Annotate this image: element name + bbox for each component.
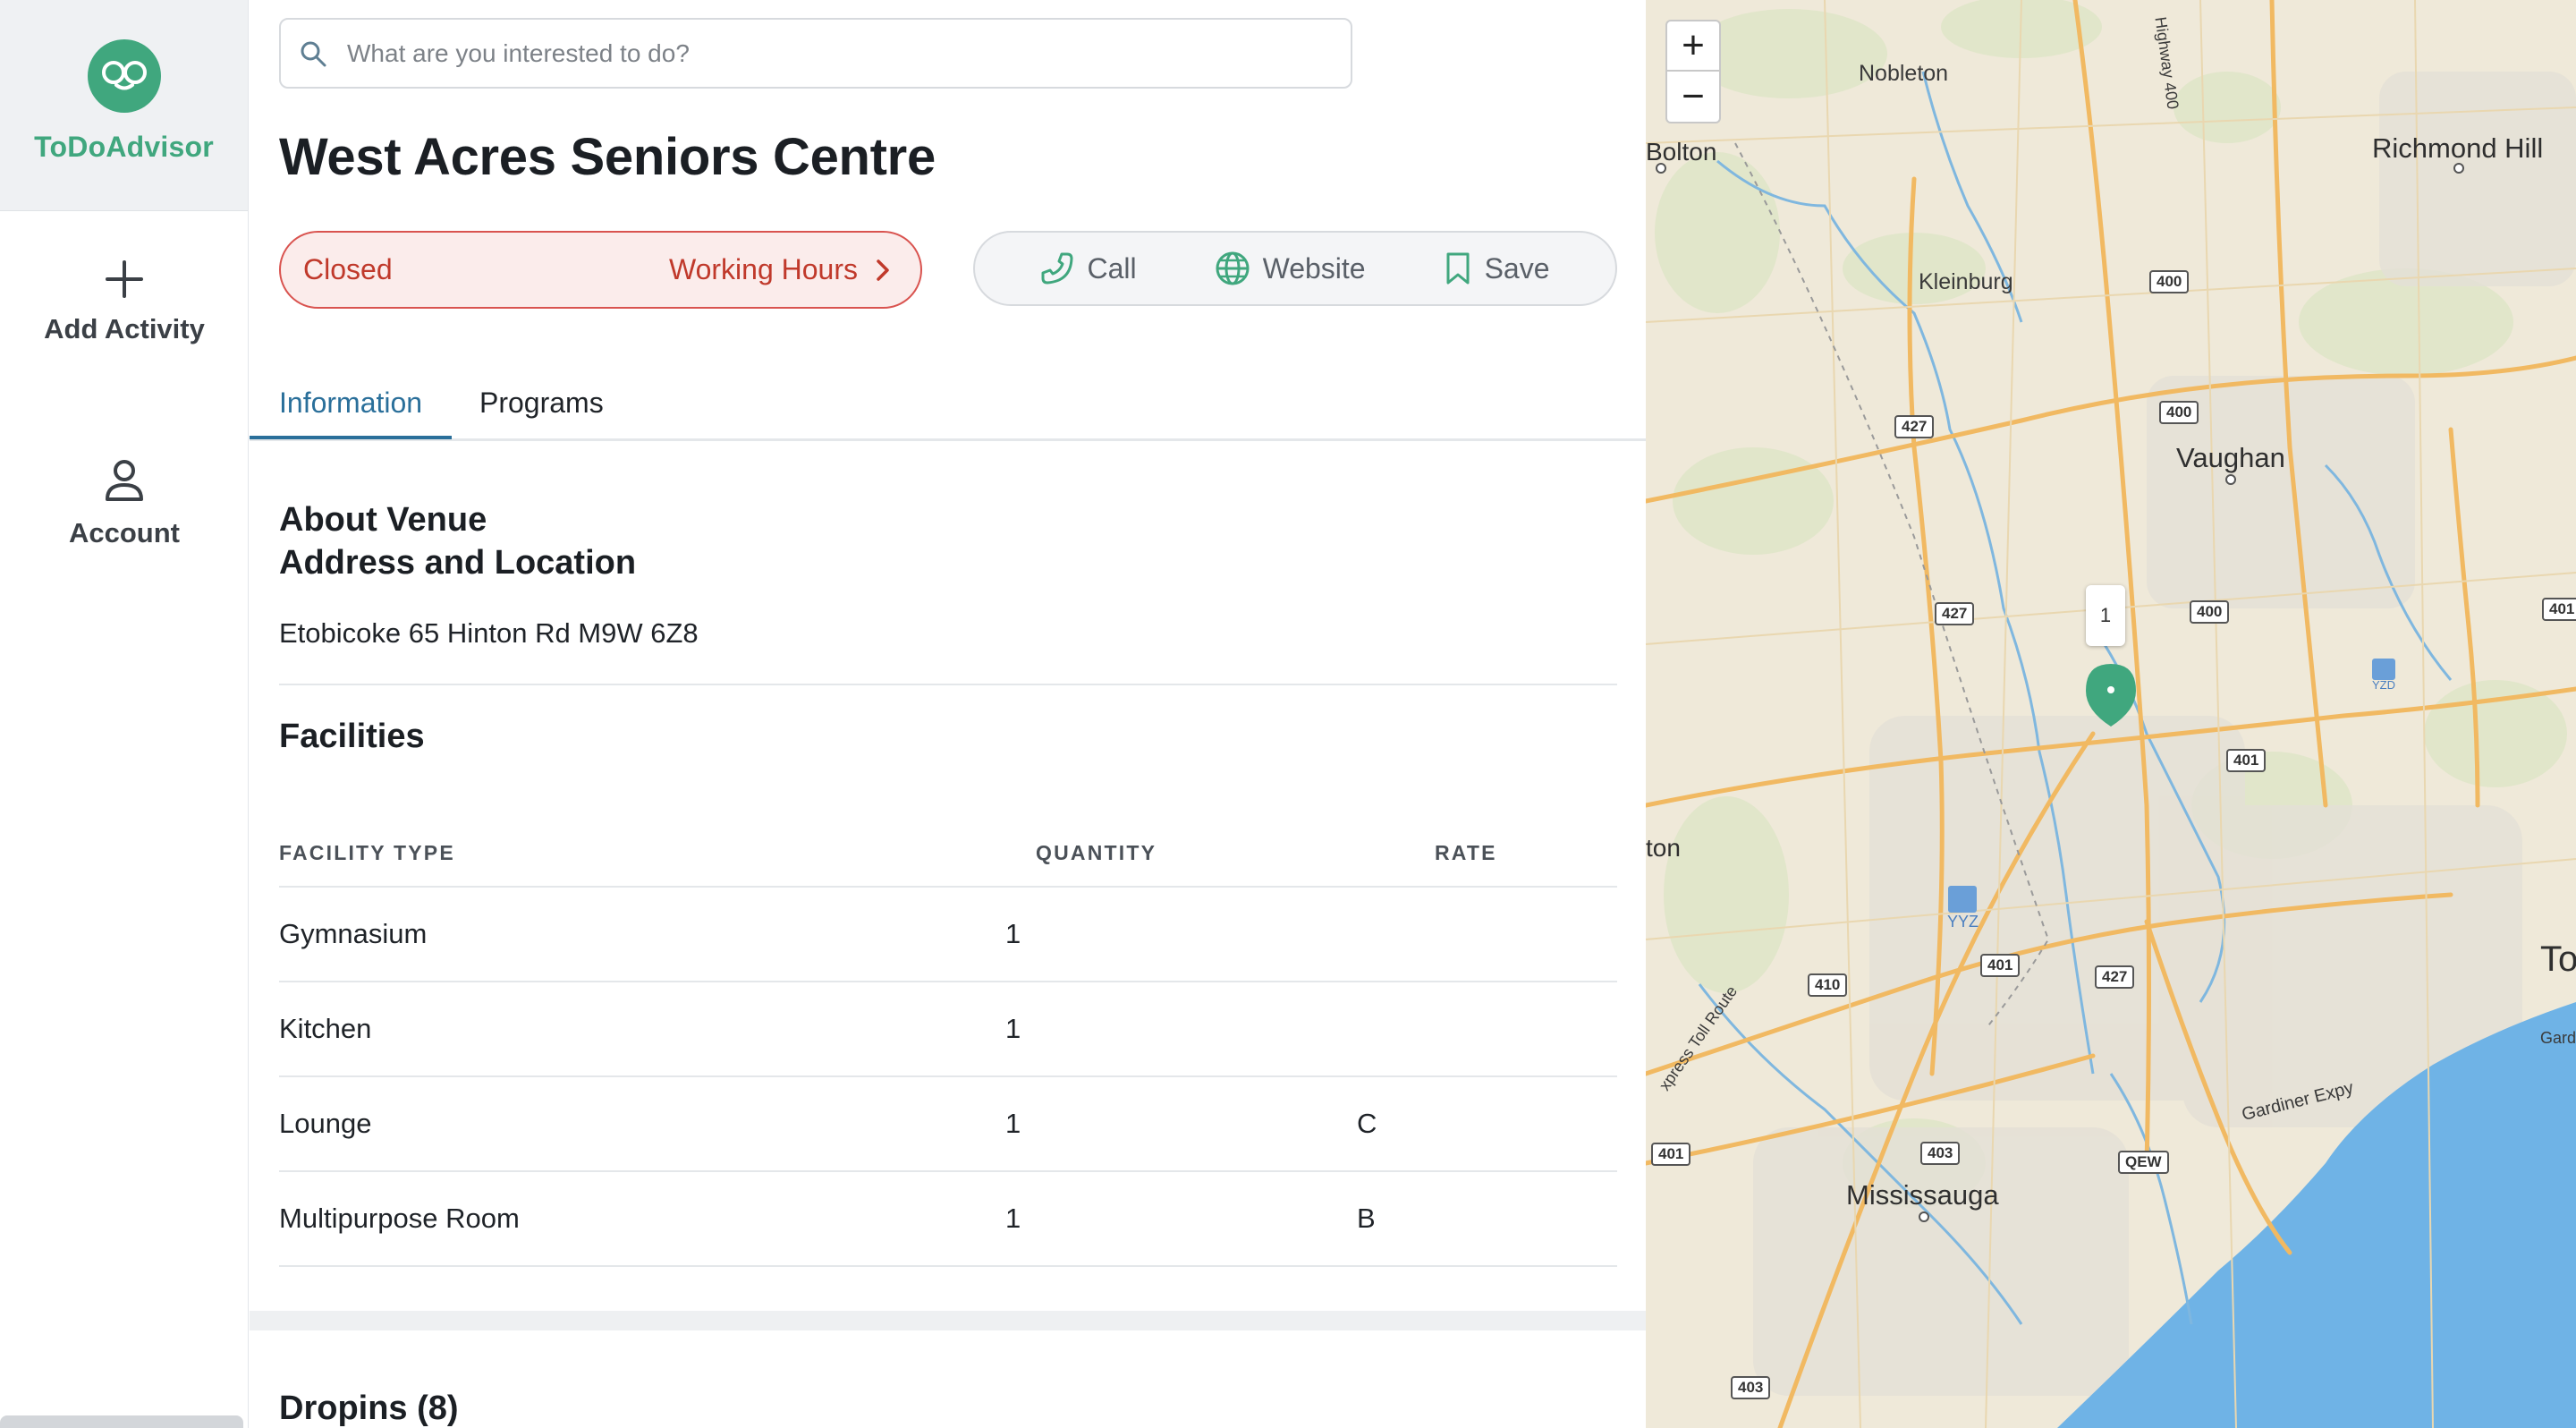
map-label-nobleton: Nobleton bbox=[1859, 61, 1949, 86]
search-input[interactable] bbox=[347, 38, 1313, 68]
map-label-kleinburg: Kleinburg bbox=[1919, 269, 2013, 294]
address-heading: Address and Location bbox=[279, 544, 637, 582]
tab-information[interactable]: Information bbox=[279, 387, 422, 420]
map-cluster-marker[interactable]: 1 bbox=[2086, 585, 2125, 646]
venue-address: Etobicoke 65 Hinton Rd M9W 6Z8 bbox=[279, 617, 699, 649]
account-label: Account bbox=[69, 517, 180, 548]
map-pin-icon[interactable] bbox=[2084, 662, 2138, 728]
page-title: West Acres Seniors Centre bbox=[279, 128, 936, 186]
highway-shield: 427 bbox=[1935, 602, 1975, 625]
map-label-ton: ton bbox=[1646, 834, 1681, 862]
map-label-to: To bbox=[2540, 939, 2576, 979]
plus-icon bbox=[106, 260, 143, 298]
add-activity-label: Add Activity bbox=[44, 313, 205, 344]
save-button[interactable]: Save bbox=[1444, 251, 1550, 285]
quantity-cell: 1 bbox=[1005, 1108, 1021, 1139]
venue-panel: West Acres Seniors Centre Closed Working… bbox=[250, 0, 1646, 1428]
highway-shield: 410 bbox=[1808, 973, 1848, 997]
website-label: Website bbox=[1262, 251, 1366, 285]
rate-cell: B bbox=[1357, 1203, 1376, 1234]
facilities-heading: Facilities bbox=[279, 718, 425, 755]
active-tab-indicator bbox=[250, 436, 452, 439]
airport-label-yyz: YYZ bbox=[1947, 913, 1979, 931]
search-bar[interactable] bbox=[279, 18, 1352, 89]
highway-shield: 401 bbox=[2226, 749, 2267, 772]
left-rail: ToDoAdvisor Add Activity Account bbox=[0, 0, 249, 1428]
save-label: Save bbox=[1484, 251, 1550, 285]
highway-shield: 401 bbox=[1980, 954, 2021, 977]
column-header-facility-type: FACILITY TYPE bbox=[279, 841, 455, 864]
highway-shield: 403 bbox=[1920, 1142, 1961, 1165]
highway-shield: 427 bbox=[2095, 965, 2135, 989]
map-label-gardi: Gardi bbox=[2540, 1029, 2576, 1047]
tab-programs[interactable]: Programs bbox=[479, 387, 604, 420]
quantity-cell: 1 bbox=[1005, 1013, 1021, 1044]
working-hours-button[interactable]: Closed Working Hours bbox=[279, 231, 922, 309]
facility-type-cell: Multipurpose Room bbox=[279, 1203, 520, 1234]
about-venue-heading: About Venue bbox=[279, 501, 487, 539]
facility-type-cell: Lounge bbox=[279, 1108, 372, 1139]
rail-scroll-handle[interactable] bbox=[0, 1415, 243, 1428]
highway-shield: 400 bbox=[2190, 600, 2230, 624]
working-hours-label: Working Hours bbox=[668, 253, 858, 285]
quantity-cell: 1 bbox=[1005, 1203, 1021, 1234]
tab-bar: Information Programs bbox=[250, 374, 1646, 441]
highway-shield: 400 bbox=[2149, 270, 2190, 293]
map[interactable]: + − Nobleton Bolton Richmond Hill Kleinb… bbox=[1646, 0, 2576, 1428]
user-icon bbox=[106, 460, 143, 501]
section-separator bbox=[250, 1311, 1646, 1330]
highway-shield: 427 bbox=[1894, 415, 1935, 438]
add-activity-button[interactable]: Add Activity bbox=[0, 259, 249, 345]
map-label-mississauga: Mississauga bbox=[1846, 1179, 1999, 1211]
column-header-quantity: QUANTITY bbox=[1036, 841, 1157, 864]
call-label: Call bbox=[1087, 251, 1137, 285]
highway-shield: 403 bbox=[1731, 1376, 1771, 1399]
table-row: Gymnasium 1 bbox=[279, 886, 1617, 981]
phone-icon bbox=[1041, 252, 1073, 285]
logo-glasses-icon bbox=[87, 39, 161, 113]
search-icon bbox=[301, 41, 326, 66]
divider bbox=[279, 1265, 1617, 1267]
table-row: Kitchen 1 bbox=[279, 981, 1617, 1075]
map-label-bolton: Bolton bbox=[1646, 138, 1717, 166]
quantity-cell: 1 bbox=[1005, 918, 1021, 949]
highway-shield: QEW bbox=[2118, 1151, 2169, 1174]
brand[interactable]: ToDoAdvisor bbox=[0, 0, 248, 211]
highway-shield: 401 bbox=[1651, 1143, 1691, 1166]
account-button[interactable]: Account bbox=[0, 458, 249, 549]
map-label-richmond-hill: Richmond Hill bbox=[2372, 132, 2544, 164]
divider bbox=[279, 684, 1617, 685]
zoom-out-button[interactable]: − bbox=[1665, 72, 1721, 123]
chevron-right-icon bbox=[877, 259, 889, 281]
call-button[interactable]: Call bbox=[1040, 251, 1137, 285]
facility-type-cell: Gymnasium bbox=[279, 918, 428, 949]
map-label-vaughan: Vaughan bbox=[2176, 442, 2285, 473]
brand-name: ToDoAdvisor bbox=[34, 131, 214, 163]
globe-icon bbox=[1216, 251, 1250, 285]
zoom-in-button[interactable]: + bbox=[1665, 20, 1721, 72]
status-badge: Closed bbox=[303, 253, 393, 285]
website-button[interactable]: Website bbox=[1215, 251, 1366, 286]
highway-shield: 400 bbox=[2159, 401, 2199, 424]
table-row: Lounge 1 C bbox=[279, 1075, 1617, 1170]
rate-cell: C bbox=[1357, 1108, 1377, 1139]
column-header-rate: RATE bbox=[1435, 841, 1497, 864]
bookmark-icon bbox=[1446, 252, 1470, 285]
dropins-heading: Dropins (8) bbox=[279, 1390, 459, 1427]
table-row: Multipurpose Room 1 B bbox=[279, 1170, 1617, 1265]
facility-type-cell: Kitchen bbox=[279, 1013, 372, 1044]
highway-shield: 401 bbox=[2542, 598, 2576, 621]
airport-label-yzd: YZD bbox=[2372, 678, 2395, 692]
venue-actions: Call Website Save bbox=[973, 231, 1617, 306]
